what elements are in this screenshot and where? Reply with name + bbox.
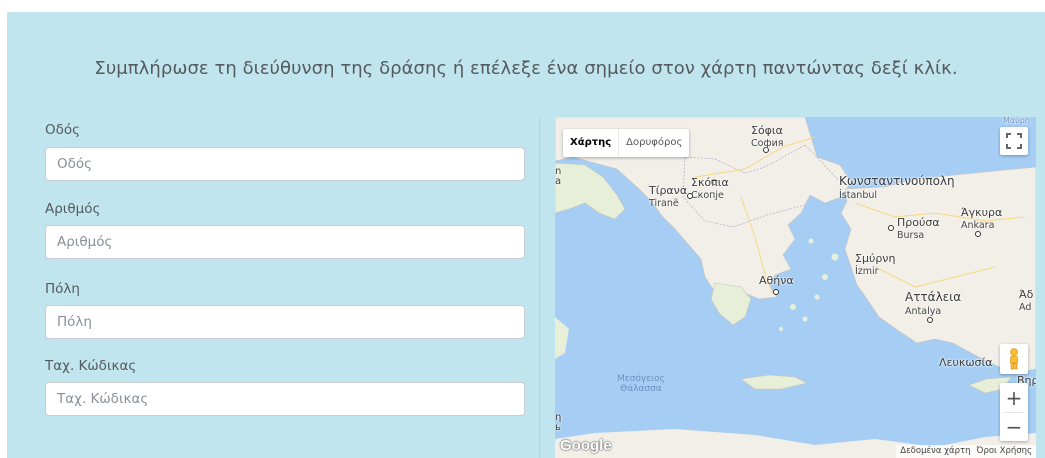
map-type-roadmap[interactable]: Χάρτης [563,129,618,157]
street-input[interactable] [45,147,525,181]
instruction-heading: Συμπλήρωσε τη διεύθυνση της δράσης ή επέ… [94,58,958,79]
city-label-izmir: Σμύρνη İzmir [855,252,896,277]
city-marker [773,289,779,295]
city-marker [888,225,894,231]
google-logo: Google [560,437,612,454]
city-label-tirana: Τίρανα Tiranë [649,184,688,209]
terms-link[interactable]: Όροι Χρήσης [977,445,1032,458]
city-marker [975,231,981,237]
city-label-istanbul: Κωνσταντινούπολη İstanbul [839,174,955,201]
city-label-athens: Αθήνα [759,274,794,287]
street-view-button[interactable] [1000,344,1028,374]
fullscreen-icon [1006,133,1022,149]
map-type-satellite[interactable]: Δορυφόρος [618,129,689,157]
sea-label-mediterranean: Μεσόγειος Θάλασσα [617,374,665,394]
zoom-in-button[interactable]: + [1000,384,1028,412]
city-label: Πόλη [45,281,80,297]
city-label-bursa: Προύσα Bursa [897,216,940,241]
number-label: Αριθμός [45,201,101,217]
city-label-nicosia: Λευκωσία [939,356,993,369]
map-terrain [555,117,1036,458]
map-attribution: Δεδομένα χάρτη Όροι Χρήσης [896,445,1036,458]
sea-label-black-sea: Μαύρη [1003,117,1030,125]
city-input[interactable] [45,305,525,339]
location-map[interactable]: Χάρτης Δορυφόρος Σόφια София Σκόπια Скопје… [555,117,1036,458]
map-data-link[interactable]: Δεδομένα χάρτη [900,445,970,458]
zoom-out-button[interactable]: − [1000,413,1028,441]
postcode-input[interactable] [45,382,525,416]
city-label-adana: Άδ Ad [1019,288,1034,313]
fullscreen-button[interactable] [1000,127,1028,155]
edge-label: a [555,176,562,187]
address-panel: Συμπλήρωσε τη διεύθυνση της δράσης ή επέ… [7,12,1045,458]
edge-label: ь [555,422,561,433]
postcode-label: Ταχ. Κώδικας [45,358,137,374]
city-marker [927,317,933,323]
number-input[interactable] [45,225,525,259]
city-label-ankara: Άγκυρα Ankara [961,206,1003,231]
street-label: Οδός [45,122,81,138]
zoom-control: + − [1000,383,1028,441]
column-divider [539,118,540,458]
map-type-control: Χάρτης Δορυφόρος [563,129,690,157]
city-label-skopje: Σκόπια Скопје [691,176,729,201]
city-label-antalya: Αττάλεια Antalya [905,290,962,317]
pegman-icon [1010,348,1018,370]
city-label-sofia: Σόφια София [751,124,784,149]
city-marker [687,193,693,199]
